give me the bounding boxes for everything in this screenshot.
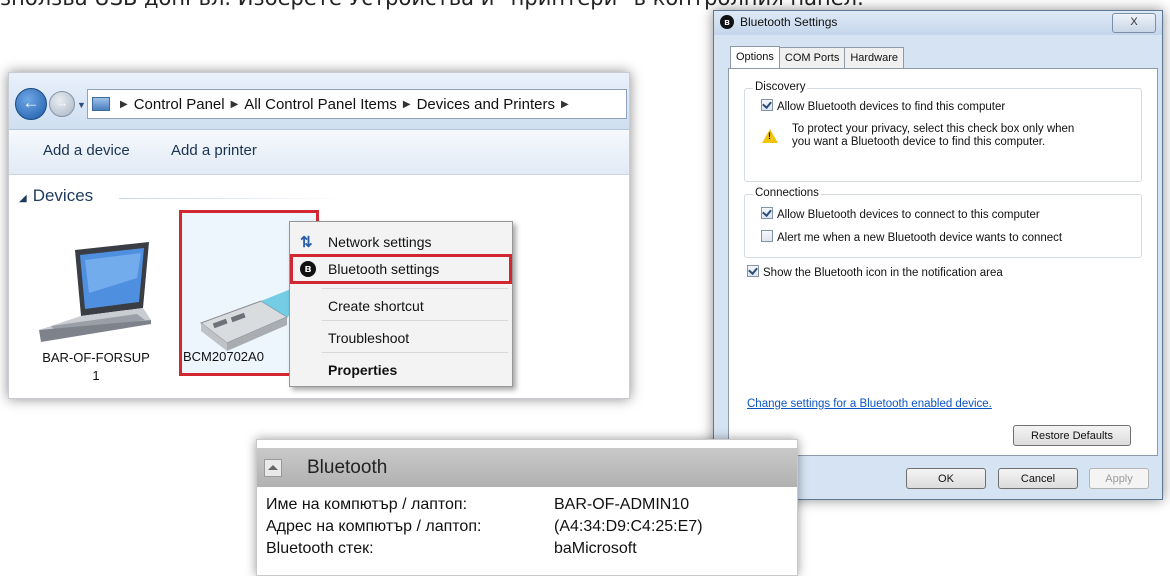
menu-item-label: Create shortcut xyxy=(328,298,424,314)
info-label-computer-name: Име на компютър / лаптоп: xyxy=(266,496,468,513)
menu-item-properties[interactable]: Properties xyxy=(290,356,512,384)
menu-separator xyxy=(322,352,508,353)
collapse-icon[interactable] xyxy=(264,459,282,477)
info-panel-title: Bluetooth xyxy=(307,457,388,478)
warning-line: To protect your privacy, select this che… xyxy=(792,123,1075,135)
add-printer-button[interactable]: Add a printer xyxy=(171,142,257,159)
menu-separator xyxy=(322,288,508,289)
privacy-warning: To protect your privacy, select this che… xyxy=(792,123,1074,149)
devices-group-header[interactable]: ◢ Devices xyxy=(19,186,93,206)
tab-options[interactable]: Options xyxy=(730,46,780,69)
add-device-button[interactable]: Add a device xyxy=(43,142,130,159)
menu-separator xyxy=(322,320,508,321)
bluetooth-icon: ʙ xyxy=(720,15,734,29)
group-title: Devices xyxy=(32,186,94,205)
warning-icon: ! xyxy=(762,129,778,143)
connections-group: Connections xyxy=(744,187,1142,258)
alert-new-checkbox[interactable]: Alert me when a new Bluetooth device wan… xyxy=(761,230,1062,244)
close-button[interactable]: X xyxy=(1112,13,1156,33)
checkbox-label: Show the Bluetooth icon in the notificat… xyxy=(763,267,1003,279)
warning-line: you want a Bluetooth device to find this… xyxy=(792,136,1046,148)
checkbox-label: Allow Bluetooth devices to find this com… xyxy=(777,101,1006,113)
breadcrumb-separator-icon[interactable]: ▶ xyxy=(561,99,569,110)
dialog-title: Bluetooth Settings xyxy=(740,15,838,29)
menu-item-create-shortcut[interactable]: Create shortcut xyxy=(290,292,512,320)
breadcrumb-devices-printers[interactable]: Devices and Printers xyxy=(417,96,555,113)
menu-item-bluetooth-settings[interactable]: ʙ Bluetooth settings xyxy=(290,254,512,284)
info-label-bluetooth-stack: Bluetooth стек: xyxy=(266,540,374,557)
info-value-computer-name: BAR-OF-ADMIN10 xyxy=(554,496,690,513)
bluetooth-info-panel: Bluetooth Име на компютър / лаптоп: BAR-… xyxy=(256,439,798,576)
discovery-title: Discovery xyxy=(753,81,808,93)
breadcrumb-separator-icon[interactable]: ▶ xyxy=(231,99,239,110)
breadcrumb-all-items[interactable]: All Control Panel Items xyxy=(244,96,397,113)
back-arrow-icon: ← xyxy=(22,93,40,112)
show-icon-checkbox[interactable]: Show the Bluetooth icon in the notificat… xyxy=(747,265,1003,279)
tab-hardware[interactable]: Hardware xyxy=(844,47,905,68)
ok-button[interactable]: OK xyxy=(906,468,986,489)
instruction-caption: зползва USB донгъл. Изберете Устройства … xyxy=(0,0,864,10)
bluetooth-settings-dialog: ʙ Bluetooth Settings X Options COM Ports… xyxy=(713,10,1163,500)
info-value-computer-address: (A4:34:D9:C4:25:E7) xyxy=(554,518,703,535)
checkbox-checked-icon[interactable] xyxy=(761,99,773,111)
breadcrumb-control-panel[interactable]: Control Panel xyxy=(134,96,225,113)
tab-strip: Options COM Ports Hardware xyxy=(730,46,905,69)
devices-and-printers-window: ← → ▼ ▶ Control Panel ▶ All Control Pane… xyxy=(8,72,630,399)
back-button[interactable]: ← xyxy=(15,88,47,120)
menu-item-label: Properties xyxy=(328,362,398,378)
group-divider xyxy=(119,198,349,199)
command-toolbar: Add a device Add a printer xyxy=(9,130,629,175)
apply-button[interactable]: Apply xyxy=(1089,468,1149,489)
bluetooth-icon: ʙ xyxy=(300,261,316,277)
control-panel-icon xyxy=(92,97,110,111)
tab-com-ports[interactable]: COM Ports xyxy=(778,47,846,68)
restore-defaults-button[interactable]: Restore Defaults xyxy=(1013,425,1131,446)
checkbox-label: Allow Bluetooth devices to connect to th… xyxy=(777,209,1040,221)
info-value-bluetooth-stack: baMicrosoft xyxy=(554,540,637,557)
device-name-line1: BAR-OF-FORSUP xyxy=(42,350,150,365)
cancel-button[interactable]: Cancel xyxy=(998,468,1078,489)
dialog-title-bar[interactable]: ʙ Bluetooth Settings X xyxy=(714,11,1162,35)
info-panel-header[interactable]: Bluetooth xyxy=(257,448,797,487)
allow-find-checkbox[interactable]: Allow Bluetooth devices to find this com… xyxy=(761,99,1005,113)
menu-item-label: Bluetooth settings xyxy=(328,261,440,277)
breadcrumb[interactable]: ▶ Control Panel ▶ All Control Panel Item… xyxy=(87,89,627,119)
breadcrumb-separator-icon[interactable]: ▶ xyxy=(403,99,411,110)
menu-item-label: Troubleshoot xyxy=(328,330,410,346)
checkbox-checked-icon[interactable] xyxy=(761,207,773,219)
forward-button[interactable]: → xyxy=(49,91,75,117)
context-menu: ⇅ Network settings ʙ Bluetooth settings … xyxy=(289,221,513,387)
network-icon: ⇅ xyxy=(300,234,313,251)
breadcrumb-separator-icon[interactable]: ▶ xyxy=(120,99,128,110)
allow-connect-checkbox[interactable]: Allow Bluetooth devices to connect to th… xyxy=(761,207,1040,221)
info-label-computer-address: Адрес на компютър / лаптоп: xyxy=(266,518,482,535)
forward-arrow-icon: → xyxy=(55,95,69,110)
device-label-laptop: BAR-OF-FORSUP 1 xyxy=(31,349,161,385)
device-label-dongle: BCM20702A0 xyxy=(183,349,264,364)
checkbox-label: Alert me when a new Bluetooth device wan… xyxy=(777,232,1063,244)
checkbox-checked-icon[interactable] xyxy=(747,265,759,277)
checkbox-unchecked-icon[interactable] xyxy=(761,230,773,242)
change-settings-link[interactable]: Change settings for a Bluetooth enabled … xyxy=(747,398,992,410)
menu-item-network-settings[interactable]: ⇅ Network settings xyxy=(290,228,512,256)
laptop-icon[interactable] xyxy=(37,238,155,348)
collapse-triangle-icon: ◢ xyxy=(19,193,27,204)
history-dropdown-icon[interactable]: ▼ xyxy=(77,100,86,110)
connections-title: Connections xyxy=(753,187,821,199)
device-name-line2: 1 xyxy=(92,368,100,383)
address-bar-area: ← → ▼ ▶ Control Panel ▶ All Control Pane… xyxy=(9,73,629,130)
menu-item-label: Network settings xyxy=(328,234,432,250)
menu-item-troubleshoot[interactable]: Troubleshoot xyxy=(290,324,512,352)
